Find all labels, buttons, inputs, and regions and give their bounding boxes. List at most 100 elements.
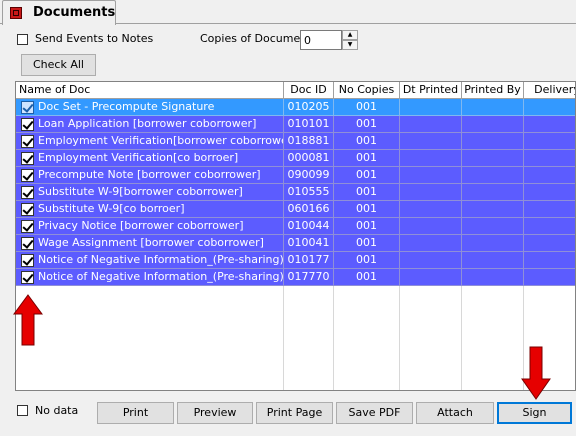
table-cell: 001: [334, 201, 400, 218]
document-icon: [10, 7, 22, 19]
no-data-label: No data: [35, 404, 79, 417]
documents-grid[interactable]: Name of Doc Doc ID No Copies Dt Printed Prin…: [15, 81, 576, 391]
table-cell: 001: [334, 235, 400, 252]
table-cell: [524, 150, 575, 167]
table-cell: Notice of Negative Information_(Pre-shar…: [16, 252, 284, 269]
red-arrow-up-icon: [13, 294, 43, 346]
spin-up-button[interactable]: ▲: [342, 30, 358, 40]
send-events-label: Send Events to Notes: [35, 32, 154, 45]
table-cell: [524, 252, 575, 269]
table-row[interactable]: Precompute Note [borrower coborrower] 090…: [16, 167, 575, 184]
table-row[interactable]: Substitute W-9[co borroer] 060166 001: [16, 201, 575, 218]
copies-input[interactable]: [300, 30, 342, 50]
table-cell: [462, 116, 524, 133]
table-cell: 010177: [284, 252, 334, 269]
table-cell: [462, 133, 524, 150]
table-cell: 001: [334, 150, 400, 167]
spin-down-button[interactable]: ▼: [342, 40, 358, 50]
red-arrow-down-icon: [521, 346, 551, 400]
table-cell: 000081: [284, 150, 334, 167]
table-cell: 060166: [284, 201, 334, 218]
table-cell: [462, 184, 524, 201]
table-cell: [400, 99, 462, 116]
table-row[interactable]: Notice of Negative Information_(Pre-shar…: [16, 269, 575, 286]
table-cell: [524, 218, 575, 235]
table-cell: Precompute Note [borrower coborrower]: [16, 167, 284, 184]
table-cell: 010101: [284, 116, 334, 133]
check-all-button[interactable]: Check All: [21, 54, 96, 76]
print-page-button[interactable]: Print Page: [256, 402, 333, 424]
table-cell: Notice of Negative Information_(Pre-shar…: [16, 269, 284, 286]
column-header[interactable]: Dt Printed: [400, 82, 462, 99]
table-cell: [400, 184, 462, 201]
tab-label: Documents: [33, 5, 116, 20]
tab-documents[interactable]: Documents: [2, 0, 116, 25]
table-cell: [524, 184, 575, 201]
table-cell: 001: [334, 269, 400, 286]
table-cell: 001: [334, 167, 400, 184]
attach-button[interactable]: Attach: [416, 402, 494, 424]
table-cell: Substitute W-9[borrower coborrower]: [16, 184, 284, 201]
print-button[interactable]: Print: [97, 402, 174, 424]
table-row[interactable]: Employment Verification[co borroer] 00008…: [16, 150, 575, 167]
table-cell: [400, 252, 462, 269]
table-cell: 018881: [284, 133, 334, 150]
table-cell: 010205: [284, 99, 334, 116]
table-cell: [462, 99, 524, 116]
table-cell: [400, 218, 462, 235]
table-cell: [524, 201, 575, 218]
table-cell: Loan Application [borrower coborrower]: [16, 116, 284, 133]
table-cell: [462, 150, 524, 167]
table-cell: [400, 201, 462, 218]
table-cell: [400, 133, 462, 150]
table-cell: [524, 99, 575, 116]
send-events-checkbox[interactable]: [17, 34, 28, 45]
column-header[interactable]: No Copies: [334, 82, 400, 99]
save-pdf-button[interactable]: Save PDF: [336, 402, 413, 424]
column-header[interactable]: Delivery M: [524, 82, 575, 99]
table-row[interactable]: Employment Verification[borrower coborro…: [16, 133, 575, 150]
table-cell: 001: [334, 252, 400, 269]
table-cell: [462, 201, 524, 218]
table-cell: 010555: [284, 184, 334, 201]
table-cell: [524, 116, 575, 133]
table-cell: 001: [334, 218, 400, 235]
column-header[interactable]: Doc ID: [284, 82, 334, 99]
no-data-checkbox[interactable]: [17, 405, 28, 416]
column-header[interactable]: Name of Doc: [16, 82, 284, 99]
table-row[interactable]: Substitute W-9[borrower coborrower] 01055…: [16, 184, 575, 201]
table-cell: Privacy Notice [borrower coborrower]: [16, 218, 284, 235]
table-row[interactable]: Loan Application [borrower coborrower] 01…: [16, 116, 575, 133]
table-cell: [462, 252, 524, 269]
table-cell: 001: [334, 133, 400, 150]
preview-button[interactable]: Preview: [177, 402, 253, 424]
table-cell: [524, 133, 575, 150]
column-header[interactable]: Printed By: [462, 82, 524, 99]
table-cell: [524, 235, 575, 252]
table-cell: 010041: [284, 235, 334, 252]
table-cell: 001: [334, 184, 400, 201]
table-row[interactable]: Privacy Notice [borrower coborrower] 0100…: [16, 218, 575, 235]
table-cell: 017770: [284, 269, 334, 286]
table-cell: [524, 167, 575, 184]
table-cell: [524, 269, 575, 286]
table-cell: [400, 269, 462, 286]
sign-button[interactable]: Sign: [497, 402, 572, 424]
table-cell: Doc Set - Precompute Signature: [16, 99, 284, 116]
table-cell: [462, 218, 524, 235]
table-row[interactable]: Wage Assignment [borrower coborrower] 010…: [16, 235, 575, 252]
table-cell: [400, 150, 462, 167]
table-cell: [400, 235, 462, 252]
table-cell: [400, 167, 462, 184]
table-cell: [462, 269, 524, 286]
table-cell: 010044: [284, 218, 334, 235]
table-row[interactable]: Notice of Negative Information_(Pre-shar…: [16, 252, 575, 269]
table-cell: [462, 235, 524, 252]
table-cell: [400, 116, 462, 133]
table-cell: Substitute W-9[co borroer]: [16, 201, 284, 218]
table-cell: Wage Assignment [borrower coborrower]: [16, 235, 284, 252]
table-row[interactable]: Doc Set - Precompute Signature 010205 001: [16, 99, 575, 116]
table-cell: [462, 167, 524, 184]
copies-label: Copies of Document: [200, 32, 312, 45]
table-cell: 090099: [284, 167, 334, 184]
